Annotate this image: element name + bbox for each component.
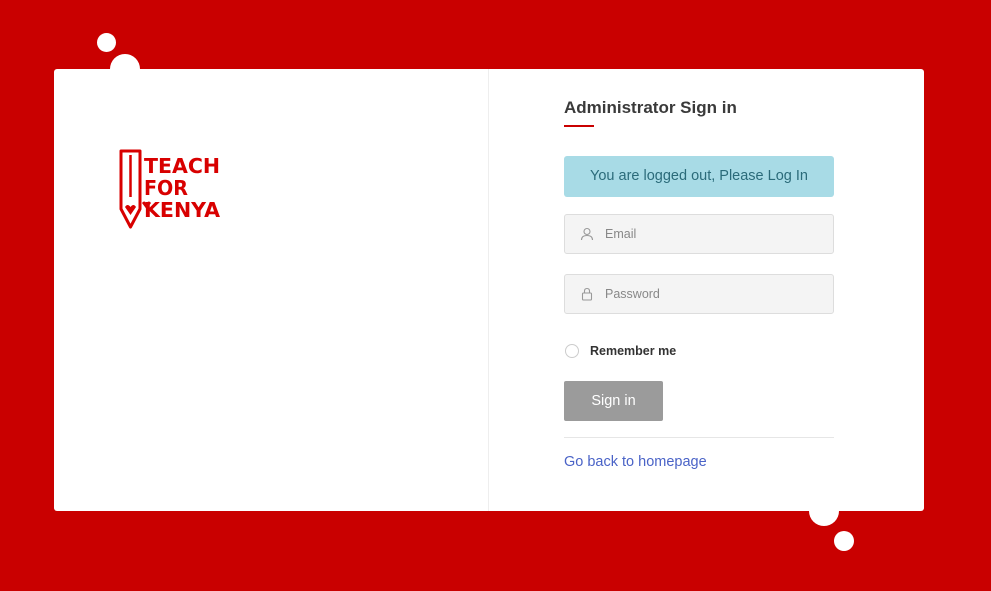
logo-line-3: KENYA — [144, 198, 221, 222]
signin-form: Administrator Sign in You are logged out… — [564, 97, 834, 471]
lock-icon — [581, 287, 593, 301]
email-field[interactable] — [564, 214, 834, 254]
decorative-dot — [97, 33, 116, 52]
logo-line-1: TEACH — [144, 154, 220, 178]
user-icon — [580, 227, 594, 241]
logo-line-2: FOR — [144, 176, 188, 200]
sign-in-button[interactable]: Sign in — [564, 381, 663, 421]
brand-pane: TEACH FOR KENYA — [54, 69, 489, 511]
back-to-homepage-link[interactable]: Go back to homepage — [564, 454, 707, 470]
remember-me-checkbox[interactable] — [565, 344, 579, 358]
teach-for-kenya-logo: TEACH FOR KENYA — [119, 149, 221, 229]
title-underline — [564, 125, 594, 127]
password-field[interactable] — [564, 274, 834, 314]
password-input[interactable] — [605, 275, 825, 313]
signin-pane: Administrator Sign in You are logged out… — [489, 69, 924, 511]
remember-me-row: Remember me — [564, 342, 834, 360]
divider — [564, 437, 834, 438]
login-card: TEACH FOR KENYA Administrator Sign in Yo… — [54, 69, 924, 511]
remember-me-label[interactable]: Remember me — [590, 344, 676, 358]
decorative-dot — [834, 531, 854, 551]
email-input[interactable] — [605, 215, 825, 253]
logout-alert: You are logged out, Please Log In — [564, 156, 834, 197]
page-title: Administrator Sign in — [564, 98, 737, 117]
